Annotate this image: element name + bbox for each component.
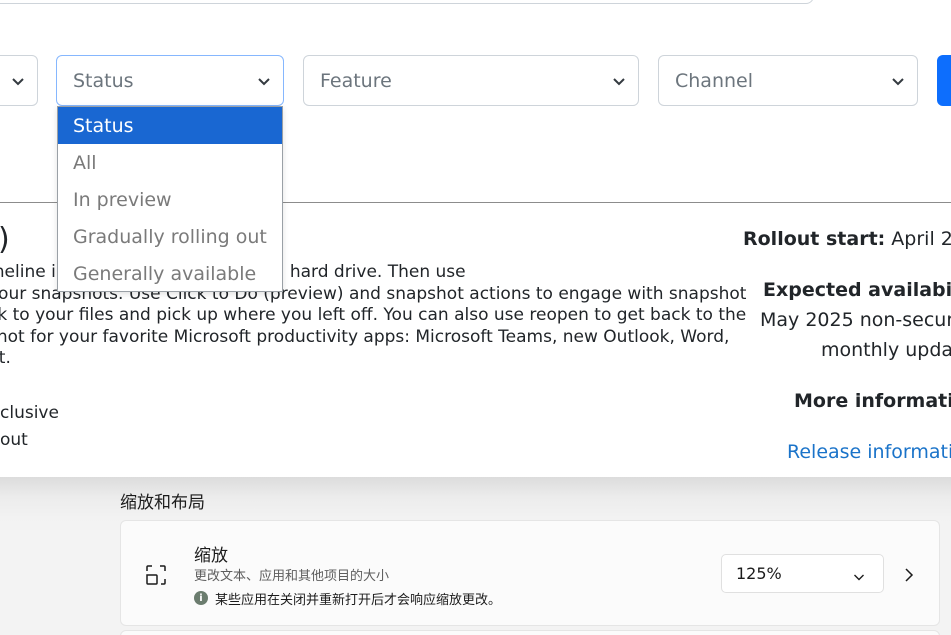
channel-filter-select[interactable]: Channel xyxy=(658,55,918,106)
feature-filter-label: Feature xyxy=(320,69,392,92)
status-option-generally-available[interactable]: Generally available xyxy=(58,255,282,292)
feature-card-title: ) xyxy=(0,222,10,257)
info-icon: i xyxy=(194,591,208,605)
more-information-heading: More informatio xyxy=(794,390,951,412)
feature-list-item: clusive xyxy=(0,403,59,423)
chevron-down-icon xyxy=(11,74,25,88)
status-option-in-preview[interactable]: In preview xyxy=(58,181,282,218)
feature-list-item: out xyxy=(0,430,28,450)
rollout-start: Rollout start: April 202 xyxy=(743,228,951,250)
feature-filter-select[interactable]: Feature xyxy=(303,55,639,106)
scale-frame-icon xyxy=(144,563,168,587)
status-option-status[interactable]: Status xyxy=(58,107,282,144)
search-submit-button[interactable] xyxy=(937,55,951,106)
expected-availability-heading: Expected availability xyxy=(763,279,951,301)
expected-availability-label: Expected availability xyxy=(763,279,951,301)
status-filter-label: Status xyxy=(73,69,134,92)
chevron-down-icon xyxy=(853,568,865,581)
description-line: nt. xyxy=(0,348,11,368)
chevron-right-icon[interactable] xyxy=(903,567,915,583)
screen-root: n Status Feature Channel ) meline i xyxy=(0,0,951,635)
status-option-all[interactable]: All xyxy=(58,144,282,181)
chevron-down-icon xyxy=(257,74,271,88)
chevron-down-icon xyxy=(612,74,626,88)
rollout-start-value: April 202 xyxy=(891,228,951,250)
section-heading: 缩放和布局 xyxy=(120,493,205,513)
status-option-gradually-rolling-out[interactable]: Gradually rolling out xyxy=(58,218,282,255)
scale-setting-note: 某些应用在关闭并重新打开后才会响应缩放更改。 xyxy=(215,593,502,608)
status-dropdown-list: Status All In preview Gradually rolling … xyxy=(57,106,283,292)
more-information-label: More informatio xyxy=(794,390,951,412)
channel-filter-label: Channel xyxy=(675,69,754,92)
release-information-link[interactable]: Release informatio xyxy=(787,441,951,463)
rollout-start-label: Rollout start: xyxy=(743,228,886,250)
expected-availability-line: monthly updat xyxy=(821,339,951,361)
chevron-down-icon xyxy=(891,74,905,88)
description-line: ck to your files and pick up where you l… xyxy=(0,305,747,325)
category-filter-select[interactable]: n xyxy=(0,55,38,106)
status-filter-select[interactable]: Status xyxy=(56,55,284,106)
scale-dropdown-value: 125% xyxy=(736,564,782,583)
expected-availability-line: May 2025 non-securit xyxy=(760,309,951,331)
scale-setting-subtitle: 更改文本、应用和其他项目的大小 xyxy=(194,569,390,584)
scale-dropdown[interactable]: 125% xyxy=(721,554,884,593)
description-line: shot for your favorite Microsoft product… xyxy=(0,326,730,347)
scale-setting-title: 缩放 xyxy=(194,546,228,566)
next-setting-card[interactable] xyxy=(120,630,940,635)
search-box[interactable] xyxy=(0,0,814,4)
